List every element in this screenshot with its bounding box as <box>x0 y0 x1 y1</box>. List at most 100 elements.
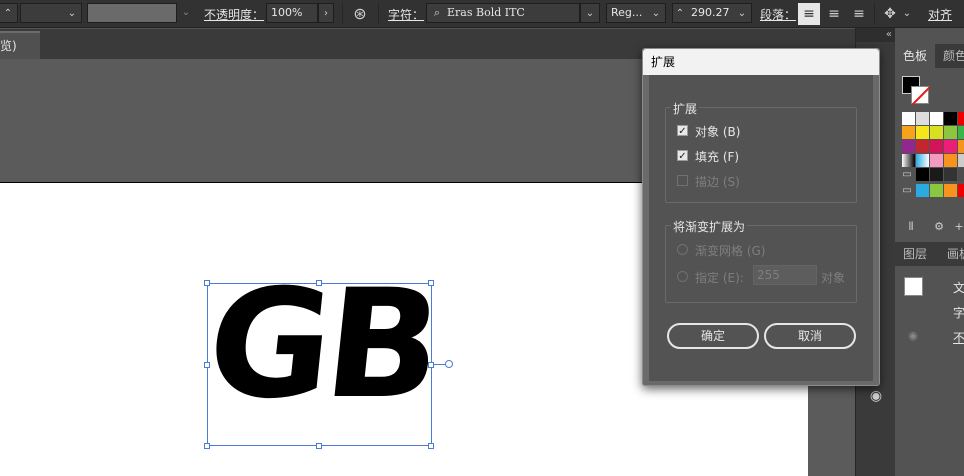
specify-label[interactable]: 指定 (E): <box>695 269 744 286</box>
swatch-none[interactable] <box>902 112 915 125</box>
swatch[interactable] <box>944 168 957 181</box>
swatch[interactable] <box>958 140 964 153</box>
stroke-weight-stepper[interactable]: ⌃ <box>0 3 18 23</box>
swatch[interactable] <box>916 126 929 139</box>
divider <box>874 3 875 25</box>
tab-swatches[interactable]: 色板 <box>895 44 935 68</box>
ok-button[interactable]: 确定 <box>667 323 759 349</box>
selection-handle[interactable] <box>204 362 210 368</box>
opacity-arrow-button[interactable]: › <box>318 3 334 23</box>
swatch[interactable] <box>916 168 929 181</box>
swatch-pattern[interactable] <box>958 154 964 167</box>
swatch[interactable] <box>916 184 929 197</box>
layer-row-2-label[interactable]: 字 <box>953 304 964 321</box>
swatch[interactable] <box>930 168 943 181</box>
selection-handle[interactable] <box>428 443 434 449</box>
appearance-icon[interactable]: ◉ <box>866 388 886 408</box>
align-right-icon[interactable]: ≡ <box>848 3 870 25</box>
swatch[interactable] <box>944 184 957 197</box>
swatch-pattern[interactable] <box>930 154 943 167</box>
chevron-down-icon[interactable]: ⌄ <box>735 4 749 24</box>
selection-handle[interactable] <box>316 280 322 286</box>
swatch-registration[interactable] <box>916 112 929 125</box>
gradient-mesh-label[interactable]: 渐变网格 (G) <box>695 242 765 259</box>
folder-icon[interactable]: ▭ <box>900 168 914 181</box>
collapse-panels-button[interactable]: « <box>856 28 896 42</box>
visibility-eye-icon[interactable]: ◉ <box>905 329 921 342</box>
stroke-none-swatch[interactable] <box>911 86 931 106</box>
font-style-dropdown[interactable]: Reg... ⌄ <box>606 3 666 23</box>
none-slash-icon <box>911 86 931 106</box>
layer-row-1-label[interactable]: 文 <box>953 279 964 296</box>
swatch[interactable] <box>902 140 915 153</box>
font-family-field[interactable]: ⌕ Eras Bold ITC <box>426 3 580 23</box>
align-left-icon[interactable]: ≡ <box>798 3 820 25</box>
swatch-library-icon[interactable]: ⫴ <box>903 220 919 234</box>
swatch-pattern[interactable] <box>944 154 957 167</box>
gradient-mesh-radio[interactable] <box>677 244 688 255</box>
document-tab-label: 览) <box>0 39 17 53</box>
fill-checkbox[interactable]: ✓ <box>677 150 688 162</box>
specify-input[interactable]: 255 <box>753 265 817 285</box>
selection-handle[interactable] <box>316 443 322 449</box>
opacity-label[interactable]: 不透明度： <box>204 6 264 23</box>
swatch-gradient[interactable] <box>916 154 929 167</box>
swatch[interactable] <box>944 126 957 139</box>
selection-handle[interactable] <box>428 280 434 286</box>
swatch-white[interactable] <box>930 112 943 125</box>
chevron-down-icon[interactable]: ⌄ <box>179 3 193 23</box>
object-checkbox[interactable]: ✓ <box>677 125 688 137</box>
swatch-options-icon[interactable]: ⚙ <box>931 220 947 234</box>
font-size-field[interactable]: ⌃ 290.27 ⌄ <box>672 3 752 23</box>
folder-icon[interactable]: ▭ <box>900 184 914 197</box>
chevron-down-icon[interactable]: ⌄ <box>900 4 914 24</box>
selection-handle[interactable] <box>428 362 434 368</box>
swatches-panel: 色板 颜色 ▭ ▭ ⫴ ⚙ + 图层 画板 文 字 ◉ 不 <box>895 28 964 476</box>
layer-row-3-label[interactable]: 不 <box>953 329 964 346</box>
brush-dropdown[interactable] <box>87 3 177 23</box>
new-swatch-icon[interactable]: + <box>951 220 964 234</box>
dialog-title[interactable]: 扩展 <box>643 49 879 75</box>
tab-artboards[interactable]: 画板 <box>947 242 964 266</box>
object-label[interactable]: 对象 (B) <box>695 123 740 140</box>
swatch[interactable] <box>930 184 943 197</box>
swatch[interactable] <box>958 168 964 181</box>
swatch-gradient[interactable] <box>902 154 915 167</box>
swatch-red[interactable] <box>958 112 964 125</box>
swatch[interactable] <box>958 184 964 197</box>
align-label[interactable]: 对齐 <box>928 6 952 23</box>
stepper-icon[interactable]: ⌃ <box>673 4 687 24</box>
cancel-button[interactable]: 取消 <box>764 323 856 349</box>
layer-thumbnail <box>904 277 923 296</box>
expand-group <box>665 107 857 203</box>
swatch[interactable] <box>958 126 964 139</box>
text-thread-port[interactable] <box>445 360 453 368</box>
swatch[interactable] <box>902 126 915 139</box>
chevron-down-icon: ⌄ <box>67 8 77 19</box>
font-family-dropdown[interactable]: ⌄ <box>580 3 600 23</box>
character-label[interactable]: 字符： <box>388 6 424 23</box>
recolor-artwork-icon[interactable]: ⊛ <box>350 4 370 24</box>
tab-color[interactable]: 颜色 <box>943 44 964 68</box>
chevron-down-icon: ⌄ <box>651 8 661 19</box>
swatch[interactable] <box>930 140 943 153</box>
swatch[interactable] <box>944 140 957 153</box>
swatch[interactable] <box>916 140 929 153</box>
stroke-checkbox[interactable] <box>677 175 688 186</box>
align-center-icon[interactable]: ≡ <box>823 3 845 25</box>
specify-radio[interactable] <box>677 271 688 282</box>
stroke-profile-dropdown[interactable]: ⌄ <box>20 3 82 23</box>
specify-unit: 对象 <box>821 271 846 285</box>
stroke-label[interactable]: 描边 (S) <box>695 173 740 190</box>
selection-handle[interactable] <box>204 280 210 286</box>
selection-handle[interactable] <box>204 443 210 449</box>
document-tab[interactable]: 览) × <box>0 31 40 79</box>
transform-icon[interactable]: ✥ <box>880 4 900 24</box>
opacity-input[interactable]: 100% <box>266 3 318 23</box>
fill-label[interactable]: 填充 (F) <box>695 148 739 165</box>
swatch-black[interactable] <box>944 112 957 125</box>
swatch[interactable] <box>930 126 943 139</box>
paragraph-label[interactable]: 段落： <box>760 6 796 23</box>
stepper-icon: ⌃ <box>3 8 13 19</box>
tab-layers[interactable]: 图层 <box>903 242 943 266</box>
